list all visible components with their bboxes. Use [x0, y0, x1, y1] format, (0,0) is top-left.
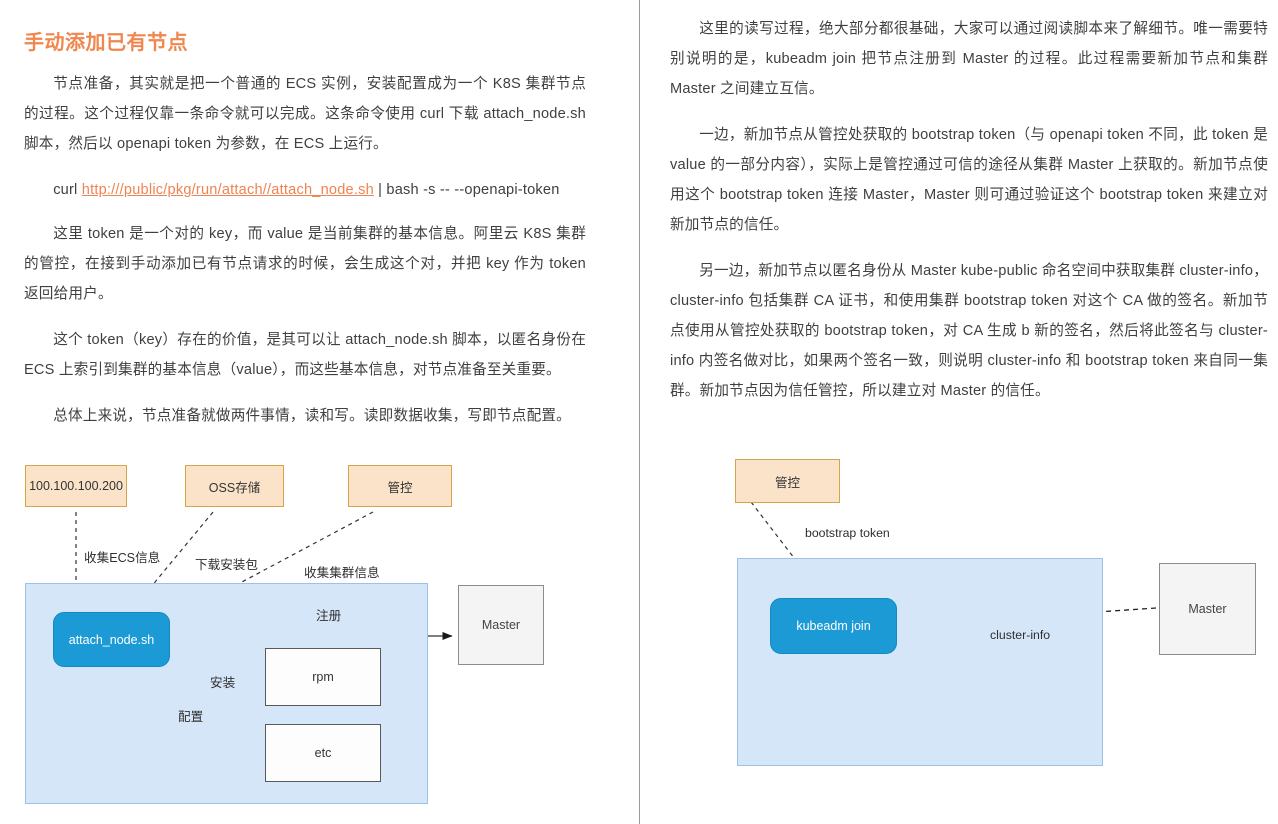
paragraph-read-write-detail: 这里的读写过程，绝大部分都很基础，大家可以通过阅读脚本来了解细节。唯一需要特别说… [670, 21, 1268, 97]
edge-label-collect-ecs: 收集ECS信息 [84, 551, 161, 565]
edge-label-cluster-info: cluster-info [990, 628, 1051, 642]
paragraph-token-keyvalue: 这里 token 是一个对的 key，而 value 是当前集群的基本信息。阿里… [24, 226, 586, 302]
node-control-plane-label: 管控 [387, 480, 413, 495]
node-rpm-label: rpm [312, 670, 334, 684]
node-oss-storage: OSS存储 [185, 465, 284, 507]
node-rpm: rpm [265, 648, 381, 706]
node-kubeadm-join-label: kubeadm join [796, 619, 871, 633]
code-prefix: curl [53, 182, 82, 198]
new-node-zone [737, 558, 1103, 766]
edge-label-collect-cluster: 收集集群信息 [304, 566, 380, 580]
edge-label-install: 安装 [210, 676, 236, 690]
paragraph-node-prep: 节点准备，其实就是把一个普通的 ECS 实例，安装配置成为一个 K8S 集群节点… [24, 76, 586, 152]
node-control-plane: 管控 [348, 465, 452, 507]
edge-label-register: 注册 [316, 609, 342, 623]
page-title: 手动添加已有节点 [24, 32, 188, 54]
node-etc: etc [265, 724, 381, 782]
paragraph-bootstrap-token: 一边，新加节点从管控处获取的 bootstrap token（与 openapi… [670, 127, 1268, 233]
node-control-plane-label: 管控 [774, 475, 800, 490]
node-kubeadm-join: kubeadm join [770, 598, 897, 654]
attach-node-script-link[interactable]: http:///public/pkg/run/attach//attach_no… [82, 182, 374, 198]
curl-command-line: curl http:///public/pkg/run/attach//atta… [24, 175, 586, 205]
edge-label-bootstrap-token: bootstrap token [805, 526, 890, 540]
node-preparation-diagram: 100.100.100.200 OSS存储 管控 attach_node.sh … [0, 450, 610, 820]
paragraph-read-write: 总体上来说，节点准备就做两件事情，读和写。读即数据收集，写即节点配置。 [53, 408, 571, 424]
code-suffix: | bash -s -- --openapi-token [373, 182, 560, 198]
node-attach-script-label: attach_node.sh [68, 632, 155, 647]
node-control-plane: 管控 [735, 459, 840, 503]
paragraph-token-value: 这个 token（key）存在的价值，是其可以让 attach_node.sh … [24, 332, 586, 378]
node-etc-label: etc [314, 746, 332, 760]
document-page: 手动添加已有节点 节点准备，其实就是把一个普通的 ECS 实例，安装配置成为一个… [0, 0, 1278, 824]
paragraph-cluster-info: 另一边，新加节点以匿名身份从 Master kube-public 命名空间中获… [670, 263, 1268, 399]
node-attach-script: attach_node.sh [53, 612, 170, 667]
column-divider [639, 0, 640, 824]
edge-label-download-pkg: 下载安装包 [195, 558, 258, 572]
node-metadata-service: 100.100.100.200 [25, 465, 127, 507]
node-master: Master [1159, 563, 1256, 655]
kubeadm-join-trust-diagram: 管控 kubeadm join Master bootstrap token c… [660, 450, 1278, 790]
node-metadata-service-label: 100.100.100.200 [29, 479, 123, 493]
node-master-label: Master [481, 618, 521, 632]
node-master: Master [458, 585, 544, 665]
edge-label-configure: 配置 [178, 710, 204, 724]
node-oss-storage-label: OSS存储 [208, 480, 261, 495]
node-master-label: Master [1188, 602, 1227, 616]
